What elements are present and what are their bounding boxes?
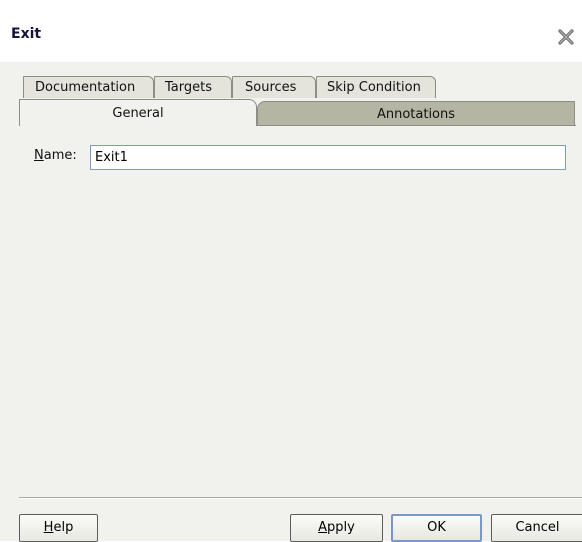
tab-targets-label: Targets — [165, 80, 212, 95]
cancel-button-label: Cancel — [515, 520, 560, 535]
help-button[interactable]: Help — [19, 514, 98, 542]
tab-annotations[interactable]: Annotations — [257, 101, 575, 126]
help-button-label: elp — [53, 520, 74, 535]
name-field[interactable] — [90, 145, 566, 170]
tab-annotations-label: Annotations — [376, 107, 456, 122]
tab-documentation[interactable]: Documentation — [23, 76, 154, 98]
help-button-mnemonic: H — [43, 520, 54, 535]
tab-general-label: General — [112, 106, 164, 121]
button-bar-separator — [19, 497, 582, 499]
ok-button[interactable]: OK — [391, 514, 482, 542]
tab-skip-condition-label: Skip Condition — [327, 80, 421, 95]
tab-general[interactable]: General — [19, 99, 257, 126]
tab-targets[interactable]: Targets — [154, 76, 232, 98]
name-label-text: ame: — [43, 148, 77, 163]
tab-sources-label: Sources — [245, 80, 297, 95]
dialog-title: Exit — [11, 26, 42, 42]
name-label: Name: — [34, 148, 77, 163]
cancel-button[interactable]: Cancel — [491, 514, 582, 542]
close-icon[interactable] — [556, 27, 576, 47]
name-label-mnemonic: N — [34, 148, 44, 163]
apply-button[interactable]: Apply — [290, 514, 383, 542]
title-bar: Exit — [0, 0, 582, 62]
exit-dialog: Exit Documentation Targets Sources Skip … — [0, 0, 582, 542]
general-tab-panel — [19, 125, 576, 490]
tab-sources[interactable]: Sources — [232, 76, 316, 98]
tab-skip-condition[interactable]: Skip Condition — [316, 76, 436, 98]
ok-button-label: OK — [427, 520, 446, 535]
tab-documentation-label: Documentation — [35, 80, 136, 95]
apply-button-label: pply — [327, 520, 355, 535]
apply-button-mnemonic: A — [318, 520, 328, 535]
